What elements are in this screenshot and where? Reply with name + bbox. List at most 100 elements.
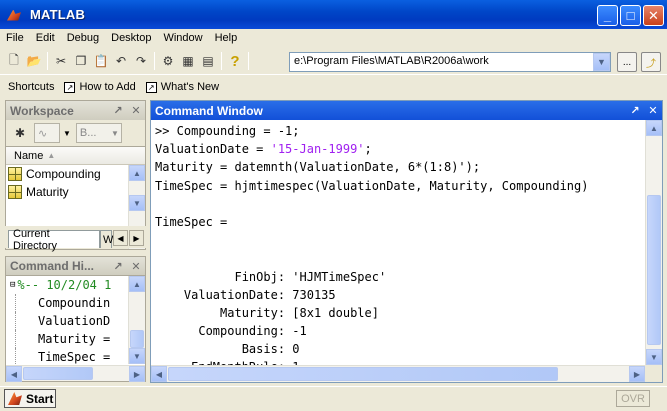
command-text: TimeSpec = <box>155 214 228 229</box>
scroll-right-icon[interactable]: ▶ <box>129 366 145 382</box>
shortcuts-label[interactable]: Shortcuts <box>8 81 54 93</box>
shortcut-whats-new[interactable]: What's New <box>161 81 219 93</box>
scroll-thumb[interactable] <box>23 367 93 380</box>
scroll-thumb[interactable] <box>647 195 661 345</box>
profiler-icon[interactable]: ▤ <box>198 51 218 71</box>
history-item[interactable]: Compoundin <box>15 294 145 312</box>
close-button[interactable]: ✕ <box>643 5 664 26</box>
help-icon[interactable]: ? <box>225 51 245 71</box>
undock-icon[interactable]: ↗ <box>626 104 644 117</box>
command-window-title-bar: Command Window ↗ ✕ <box>151 101 662 120</box>
toolbar-separator <box>221 52 222 70</box>
menu-desktop[interactable]: Desktop <box>105 32 157 44</box>
undo-icon[interactable]: ↶ <box>111 51 131 71</box>
command-line <box>155 249 643 267</box>
history-session[interactable]: ⊟ %-- 10/2/04 1 <box>10 276 145 294</box>
command-line: Maturity = datemnth(ValuationDate, 6*(1:… <box>155 158 643 176</box>
open-folder-icon[interactable]: 📂 <box>24 51 44 71</box>
variable-icon <box>8 167 22 181</box>
menu-debug[interactable]: Debug <box>61 32 105 44</box>
minimize-button[interactable]: _ <box>597 5 618 26</box>
start-label: Start <box>26 391 54 406</box>
scroll-left-icon[interactable]: ◀ <box>151 366 167 382</box>
current-directory-field[interactable]: e:\Program Files\MATLAB\R2006a\work <box>289 52 611 72</box>
scroll-up-icon[interactable]: ▲ <box>129 276 145 292</box>
tab-scroll-right-icon[interactable]: ▶ <box>129 230 144 246</box>
command-window-output[interactable]: >> Compounding = -1; ValuationDate = '15-… <box>155 122 643 372</box>
command-line: FinObj: 'HJMTimeSpec' <box>155 268 643 286</box>
shortcut-how-to-add[interactable]: How to Add <box>79 81 135 93</box>
command-line: Maturity: [8x1 double] <box>155 304 643 322</box>
redo-icon[interactable]: ↷ <box>131 51 151 71</box>
stack-dropdown[interactable]: B... ▼ <box>75 123 122 143</box>
variable-icon <box>8 185 22 199</box>
scroll-up-icon[interactable]: ▲ <box>646 120 662 136</box>
workspace-title-bar: Workspace ↗ ✕ <box>6 101 145 120</box>
history-item[interactable]: TimeSpec = <box>15 348 145 364</box>
tab-current-directory[interactable]: Current Directory <box>8 228 100 252</box>
collapse-icon[interactable]: ⊟ <box>10 280 15 290</box>
menu-bar: File Edit Debug Desktop Window Help <box>0 29 667 47</box>
new-file-icon[interactable]: 🗋 <box>4 51 24 71</box>
menu-window[interactable]: Window <box>157 32 208 44</box>
scroll-up-icon[interactable]: ▲ <box>129 165 145 181</box>
command-line <box>155 195 643 213</box>
new-variable-icon[interactable]: ✱ <box>10 123 30 143</box>
history-item[interactable]: Maturity = <box>15 330 145 348</box>
matlab-logo-icon <box>8 392 22 405</box>
paste-icon[interactable]: 📋 <box>91 51 111 71</box>
browse-button[interactable]: ... <box>617 52 637 72</box>
ovr-indicator: OVR <box>616 390 650 407</box>
tab-scroll-left-icon[interactable]: ◀ <box>113 230 128 246</box>
scroll-left-icon[interactable]: ◀ <box>6 366 22 382</box>
scroll-thumb[interactable] <box>130 330 144 348</box>
history-hscrollbar[interactable]: ◀ ▶ <box>6 365 145 382</box>
close-icon[interactable]: ✕ <box>127 104 145 117</box>
scroll-right-icon[interactable]: ▶ <box>629 366 645 382</box>
column-header-name[interactable]: Name ▲ <box>6 147 145 165</box>
start-button[interactable]: Start <box>4 389 56 408</box>
undock-icon[interactable]: ↗ <box>109 104 127 117</box>
tab-workspace[interactable]: W <box>100 230 113 248</box>
title-bar: MATLAB <box>0 0 667 29</box>
chevron-down-icon[interactable]: ▼ <box>63 129 71 138</box>
list-item[interactable]: Compounding <box>6 165 145 183</box>
up-folder-icon[interactable]: ⤴ <box>641 52 661 72</box>
chevron-down-icon[interactable]: ▼ <box>593 53 610 71</box>
close-icon[interactable]: ✕ <box>127 260 145 273</box>
menu-help[interactable]: Help <box>209 32 244 44</box>
minimize-icon: _ <box>603 8 612 23</box>
copy-icon[interactable]: ❐ <box>71 51 91 71</box>
history-title: Command Hi... <box>10 259 95 273</box>
cut-icon[interactable]: ✂ <box>51 51 71 71</box>
history-vscrollbar[interactable]: ▲ ▼ <box>128 276 145 364</box>
command-text: Compounding: -1 <box>155 324 307 339</box>
command-text: FinObj: 'HJMTimeSpec' <box>155 269 387 284</box>
close-icon[interactable]: ✕ <box>644 104 662 117</box>
menu-file[interactable]: File <box>0 32 30 44</box>
scroll-down-icon[interactable]: ▼ <box>129 348 145 364</box>
maximize-button[interactable]: □ <box>620 5 641 26</box>
simulink-icon[interactable]: ⚙ <box>158 51 178 71</box>
command-window-hscrollbar[interactable]: ◀ ▶ <box>151 365 645 382</box>
scroll-down-icon[interactable]: ▼ <box>129 195 145 211</box>
command-text: Maturity: [8x1 double] <box>155 305 379 320</box>
column-header-label: Name <box>14 149 44 162</box>
scroll-thumb[interactable] <box>168 367 558 381</box>
list-item[interactable]: Maturity <box>6 183 145 201</box>
command-text: >> Compounding = -1; <box>155 124 300 138</box>
close-icon: ✕ <box>648 8 659 23</box>
plot-selector-icon[interactable]: ∿ <box>34 123 60 143</box>
history-item[interactable]: ValuationD <box>15 312 145 330</box>
undock-icon[interactable]: ↗ <box>109 260 127 273</box>
menu-edit[interactable]: Edit <box>30 32 61 44</box>
command-line: Compounding: -1 <box>155 322 643 340</box>
command-window-vscrollbar[interactable]: ▲ ▼ <box>645 120 662 365</box>
shortcut-icon: ↗ <box>64 81 76 93</box>
history-session-label: %-- 10/2/04 1 <box>17 278 112 292</box>
scroll-down-icon[interactable]: ▼ <box>646 349 662 365</box>
toolbar-separator <box>154 52 155 70</box>
history-title-bar: Command Hi... ↗ ✕ <box>6 257 145 276</box>
command-text: Basis: 0 <box>155 342 300 357</box>
guide-icon[interactable]: ▦ <box>178 51 198 71</box>
